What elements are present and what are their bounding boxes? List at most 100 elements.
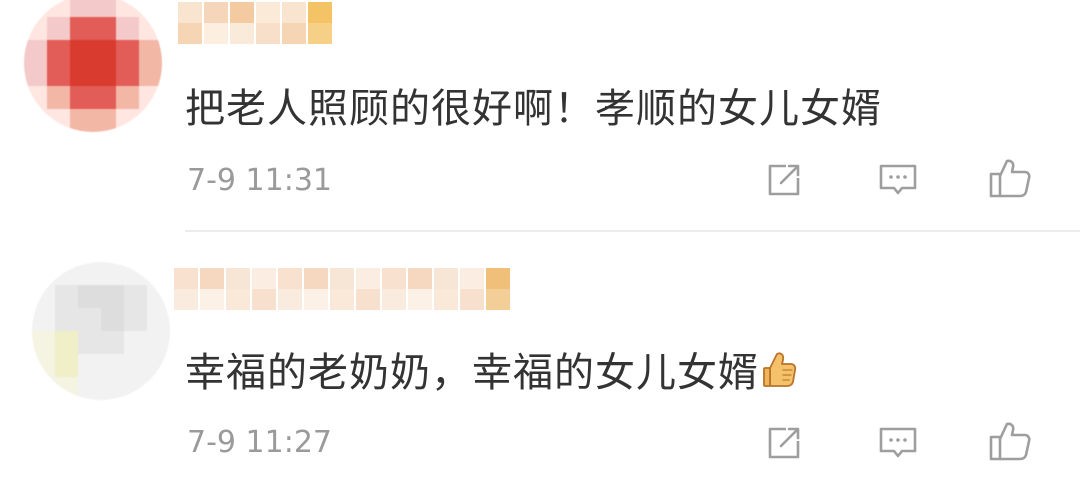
username-pixel bbox=[230, 23, 254, 44]
avatar-pixel bbox=[124, 308, 147, 331]
comment-item: 幸福的老奶奶，幸福的女儿女婿 7-9 11:27 bbox=[0, 232, 1080, 487]
comment-time: 7-9 11:31 bbox=[187, 163, 332, 198]
comment-text-content: 把老人照顾的很好啊！孝顺的女儿女婿 bbox=[185, 86, 882, 132]
avatar-pixel bbox=[70, 0, 93, 17]
avatar-pixel bbox=[24, 109, 47, 132]
comment-button[interactable] bbox=[872, 154, 924, 206]
avatar-pixel bbox=[139, 17, 162, 40]
username-pixel bbox=[356, 268, 380, 289]
username-pixel bbox=[308, 2, 332, 23]
avatar-pixel bbox=[32, 377, 55, 400]
avatar-pixel bbox=[24, 17, 47, 40]
comment-text: 把老人照顾的很好啊！孝顺的女儿女婿 bbox=[185, 76, 882, 134]
avatar-pixel bbox=[139, 63, 162, 86]
avatar-pixel bbox=[93, 0, 116, 17]
username-pixel bbox=[486, 289, 510, 310]
username-pixel bbox=[226, 289, 250, 310]
avatar-pixel bbox=[55, 262, 78, 285]
username-pixel bbox=[200, 268, 224, 289]
avatar-pixel bbox=[116, 40, 139, 63]
avatar-pixel bbox=[55, 308, 78, 331]
username[interactable] bbox=[174, 268, 534, 310]
thumbs-up-icon bbox=[989, 159, 1031, 198]
username-pixel bbox=[382, 268, 406, 289]
username-pixel bbox=[460, 289, 484, 310]
username-pixel bbox=[330, 289, 354, 310]
avatar-pixel bbox=[101, 354, 124, 377]
avatar-pixel bbox=[47, 0, 70, 17]
username-pixel bbox=[200, 289, 224, 310]
share-icon bbox=[768, 164, 800, 196]
avatar-pixel bbox=[93, 40, 116, 63]
avatar-pixel bbox=[147, 308, 170, 331]
avatar-pixel bbox=[32, 285, 55, 308]
avatar-pixel bbox=[24, 86, 47, 109]
username-pixel bbox=[226, 268, 250, 289]
avatar-pixel bbox=[147, 331, 170, 354]
avatar-pixel bbox=[47, 109, 70, 132]
share-button[interactable] bbox=[758, 154, 810, 206]
avatar-pixel bbox=[101, 377, 124, 400]
like-button[interactable] bbox=[984, 415, 1036, 467]
avatar-pixel bbox=[32, 331, 55, 354]
avatar-pixel bbox=[116, 0, 139, 17]
avatar-pixel bbox=[55, 377, 78, 400]
avatar[interactable] bbox=[24, 0, 162, 132]
avatar-pixel bbox=[139, 0, 162, 17]
avatar-pixel bbox=[93, 86, 116, 109]
username-pixel bbox=[278, 289, 302, 310]
avatar-pixel bbox=[32, 308, 55, 331]
username-pixel bbox=[174, 289, 198, 310]
username-pixel bbox=[282, 2, 306, 23]
avatar-pixel bbox=[55, 285, 78, 308]
avatar-pixel bbox=[101, 262, 124, 285]
avatar-pixel bbox=[124, 354, 147, 377]
thumbs-up-emoji bbox=[761, 350, 797, 400]
username-pixel bbox=[434, 268, 458, 289]
username-pixel bbox=[252, 268, 276, 289]
username-pixel bbox=[304, 289, 328, 310]
share-button[interactable] bbox=[758, 417, 810, 469]
avatar[interactable] bbox=[32, 262, 170, 400]
avatar-pixel bbox=[78, 285, 101, 308]
like-button[interactable] bbox=[984, 152, 1036, 204]
username-pixel bbox=[174, 268, 198, 289]
avatar-pixel bbox=[70, 17, 93, 40]
avatar-pixel bbox=[101, 331, 124, 354]
avatar-pixel bbox=[93, 63, 116, 86]
avatar-pixel bbox=[47, 40, 70, 63]
avatar-pixel bbox=[78, 308, 101, 331]
avatar-pixel bbox=[70, 63, 93, 86]
username-pixel bbox=[230, 2, 254, 23]
username-pixel bbox=[256, 2, 280, 23]
avatar-pixel bbox=[147, 377, 170, 400]
username-pixel bbox=[460, 268, 484, 289]
avatar-pixel bbox=[70, 86, 93, 109]
username-pixel bbox=[204, 23, 228, 44]
avatar-pixel bbox=[116, 109, 139, 132]
username-pixel bbox=[382, 289, 406, 310]
avatar-pixel bbox=[116, 63, 139, 86]
comment-button[interactable] bbox=[872, 417, 924, 469]
username[interactable] bbox=[178, 2, 378, 44]
avatar-pixel bbox=[116, 17, 139, 40]
avatar-pixel bbox=[78, 331, 101, 354]
avatar-pixel bbox=[78, 354, 101, 377]
avatar-pixel bbox=[93, 109, 116, 132]
avatar-pixel bbox=[78, 377, 101, 400]
username-pixel bbox=[278, 268, 302, 289]
avatar-pixel bbox=[24, 40, 47, 63]
comment-text-content: 幸福的老奶奶，幸福的女儿女婿 bbox=[185, 350, 759, 396]
username-pixel bbox=[252, 289, 276, 310]
avatar-pixel bbox=[101, 308, 124, 331]
avatar-pixel bbox=[24, 0, 47, 17]
username-pixel bbox=[356, 289, 380, 310]
avatar-pixel bbox=[55, 354, 78, 377]
avatar-pixel bbox=[124, 262, 147, 285]
username-pixel bbox=[408, 268, 432, 289]
avatar-pixel bbox=[139, 86, 162, 109]
avatar-pixel bbox=[124, 331, 147, 354]
avatar-pixel bbox=[101, 285, 124, 308]
avatar-pixel bbox=[147, 354, 170, 377]
avatar-pixel bbox=[70, 109, 93, 132]
